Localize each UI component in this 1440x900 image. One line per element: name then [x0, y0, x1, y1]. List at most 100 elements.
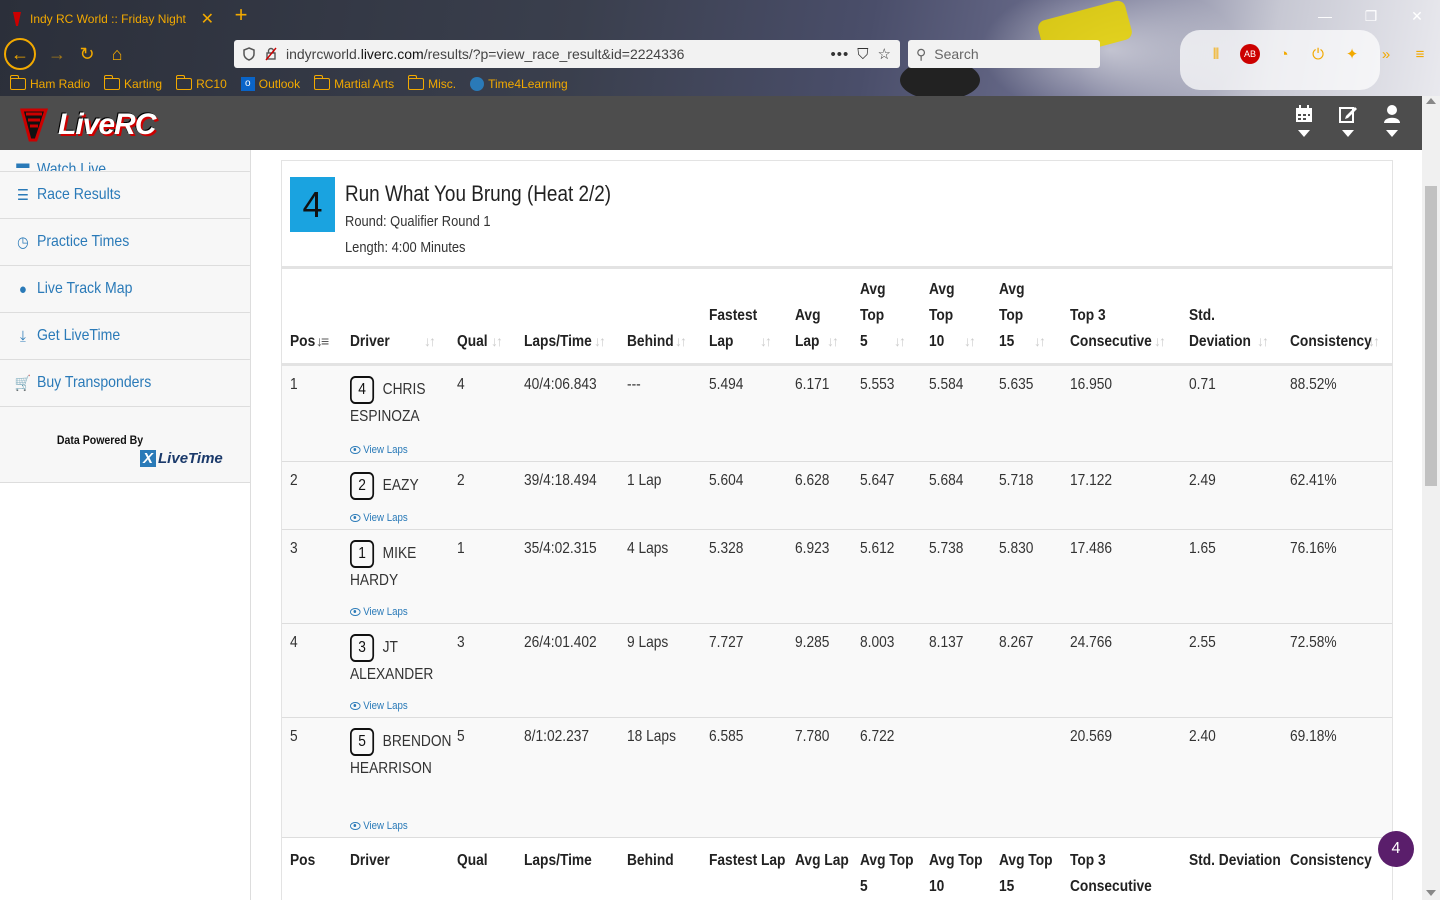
- bookmark-karting[interactable]: Karting: [104, 75, 162, 91]
- scroll-thumb[interactable]: [1425, 186, 1437, 486]
- sidebar-item-get-livetime[interactable]: ⤓ Get LiveTime: [0, 313, 250, 360]
- driver-name[interactable]: EAZY: [383, 477, 419, 494]
- header-avg-top-10[interactable]: Avg Top 10: [929, 277, 954, 355]
- cell-avg: 6.628: [795, 472, 830, 489]
- car-number: 1: [350, 540, 375, 568]
- liverc-logo[interactable]: LiveRC: [16, 104, 176, 144]
- sidebar-item-label: Buy Transponders: [36, 374, 152, 391]
- extension-puzzle-icon[interactable]: ✦: [1342, 44, 1362, 64]
- header-pos[interactable]: Pos: [290, 329, 315, 355]
- new-tab-button[interactable]: +: [230, 4, 252, 28]
- search-icon: ⚲: [916, 45, 927, 62]
- sort-icon[interactable]: ↓↑: [1257, 333, 1269, 349]
- bookmark-star-icon[interactable]: ☆: [878, 45, 892, 63]
- bookmark-martial-arts[interactable]: Martial Arts: [314, 75, 394, 91]
- edit-menu-button[interactable]: [1336, 104, 1360, 142]
- calendar-menu-button[interactable]: [1292, 104, 1316, 142]
- folder-icon: [10, 75, 26, 90]
- bookmark-rc10[interactable]: RC10: [176, 75, 227, 91]
- extension-clock-icon[interactable]: ◔: [1274, 44, 1294, 64]
- sort-icon[interactable]: ↓↑: [594, 333, 606, 349]
- header-behind[interactable]: Behind: [627, 329, 674, 355]
- list-icon: ☰: [16, 187, 29, 204]
- page-actions-icon[interactable]: •••: [831, 46, 850, 63]
- cell-fastest: 5.604: [709, 472, 744, 489]
- sort-icon[interactable]: ↓↑: [1368, 333, 1380, 349]
- header-driver[interactable]: Driver: [350, 329, 390, 355]
- eye-icon: [350, 608, 361, 616]
- sidebar-item-buy-transponders[interactable]: 🛒 Buy Transponders: [0, 360, 250, 407]
- sidebar-item-practice-times[interactable]: ◷ Practice Times: [0, 219, 250, 266]
- overflow-icon[interactable]: »: [1376, 44, 1396, 64]
- header-avg-top-5[interactable]: Avg Top 5: [860, 277, 885, 355]
- notification-badge[interactable]: 4: [1378, 831, 1414, 867]
- sidebar-item-watch-live[interactable]: ▬ Watch Live: [0, 150, 250, 172]
- eye-icon: [350, 446, 361, 454]
- sort-icon[interactable]: ↓↑: [675, 333, 687, 349]
- view-laps-link[interactable]: View Laps: [350, 444, 408, 456]
- bookmark-outlook[interactable]: o Outlook: [240, 77, 300, 91]
- reload-button[interactable]: ↻: [72, 39, 102, 69]
- browser-tab[interactable]: Indy RC World :: Friday Night ✕: [4, 4, 222, 34]
- sort-icon[interactable]: ↓↑: [491, 333, 503, 349]
- livetime-logo[interactable]: X LiveTime: [140, 450, 223, 467]
- url-bar[interactable]: indyrcworld.liverc.com/results/?p=view_r…: [234, 40, 900, 68]
- library-icon[interactable]: ⫴: [1206, 44, 1226, 64]
- header-avg-lap[interactable]: Avg Lap: [795, 303, 820, 355]
- view-laps-link[interactable]: View Laps: [350, 512, 408, 524]
- cell-fastest: 7.727: [709, 634, 744, 651]
- sort-icon[interactable]: ↓↑: [424, 333, 436, 349]
- view-laps-link[interactable]: View Laps: [350, 820, 408, 832]
- scroll-up-icon[interactable]: [1426, 98, 1436, 104]
- cell-fastest: 5.494: [709, 376, 744, 393]
- sidebar-item-label: Live Track Map: [36, 280, 133, 297]
- sidebar-item-live-track-map[interactable]: ● Live Track Map: [0, 266, 250, 313]
- camera-icon: ▬: [16, 154, 30, 172]
- sort-icon[interactable]: ↓↑: [1034, 333, 1046, 349]
- home-button[interactable]: ⌂: [102, 39, 132, 69]
- bookmark-ham-radio[interactable]: Ham Radio: [10, 75, 90, 91]
- cell-laps-time: 35/4:02.315: [524, 540, 597, 557]
- folder-icon: [314, 75, 331, 90]
- search-bar[interactable]: ⚲ Search: [908, 40, 1100, 68]
- footer-consistency: Consistency: [1290, 852, 1372, 869]
- cell-avg: 7.780: [795, 728, 830, 745]
- minimize-icon[interactable]: —: [1302, 0, 1348, 32]
- menu-icon[interactable]: ≡: [1410, 44, 1430, 64]
- sort-icon[interactable]: ↓↑: [827, 333, 839, 349]
- extension-power-icon[interactable]: ⏻: [1308, 44, 1328, 64]
- header-top-3-consecutive[interactable]: Top 3 Consecutive: [1070, 303, 1152, 355]
- sort-desc-icon[interactable]: ↓≡: [316, 333, 329, 349]
- pocket-icon[interactable]: ⛉: [857, 46, 869, 63]
- forward-button[interactable]: →: [42, 39, 72, 69]
- cell-top10: 5.738: [929, 540, 964, 557]
- cell-avg: 6.923: [795, 540, 830, 557]
- sidebar: ▬ Watch Live ☰ Race Results ◷ Practice T…: [0, 150, 251, 900]
- header-std-deviation[interactable]: Std. Deviation: [1189, 303, 1251, 355]
- header-laps-time[interactable]: Laps/Time: [524, 329, 592, 355]
- adblock-icon[interactable]: AB: [1240, 44, 1260, 64]
- close-window-icon[interactable]: ✕: [1394, 0, 1440, 32]
- sort-icon[interactable]: ↓↑: [760, 333, 772, 349]
- header-qual[interactable]: Qual: [457, 329, 488, 355]
- back-button[interactable]: ←: [4, 38, 36, 70]
- user-menu-button[interactable]: [1380, 104, 1404, 142]
- cell-std: 2.49: [1189, 472, 1216, 489]
- header-avg-top-15[interactable]: Avg Top 15: [999, 277, 1024, 355]
- scroll-down-icon[interactable]: [1426, 890, 1436, 896]
- bookmark-time4learning[interactable]: Time4Learning: [470, 77, 568, 91]
- header-consistency[interactable]: Consistency: [1290, 329, 1372, 355]
- sort-icon[interactable]: ↓↑: [1154, 333, 1166, 349]
- sidebar-item-race-results[interactable]: ☰ Race Results: [0, 172, 250, 219]
- livetime-logo-text: LiveTime: [158, 450, 223, 467]
- restore-icon[interactable]: ❐: [1348, 0, 1394, 32]
- view-laps-link[interactable]: View Laps: [350, 700, 408, 712]
- bookmark-misc[interactable]: Misc.: [408, 75, 456, 91]
- view-laps-link[interactable]: View Laps: [350, 606, 408, 618]
- table-row: 1 4 40/4:06.843 --- 5.494 6.171 5.553 5.584 5.63…: [282, 366, 1392, 462]
- tab-close-icon[interactable]: ✕: [201, 9, 214, 29]
- sort-icon[interactable]: ↓↑: [964, 333, 976, 349]
- sort-icon[interactable]: ↓↑: [894, 333, 906, 349]
- page-scrollbar[interactable]: [1422, 96, 1440, 900]
- header-fastest-lap[interactable]: Fastest Lap: [709, 303, 757, 355]
